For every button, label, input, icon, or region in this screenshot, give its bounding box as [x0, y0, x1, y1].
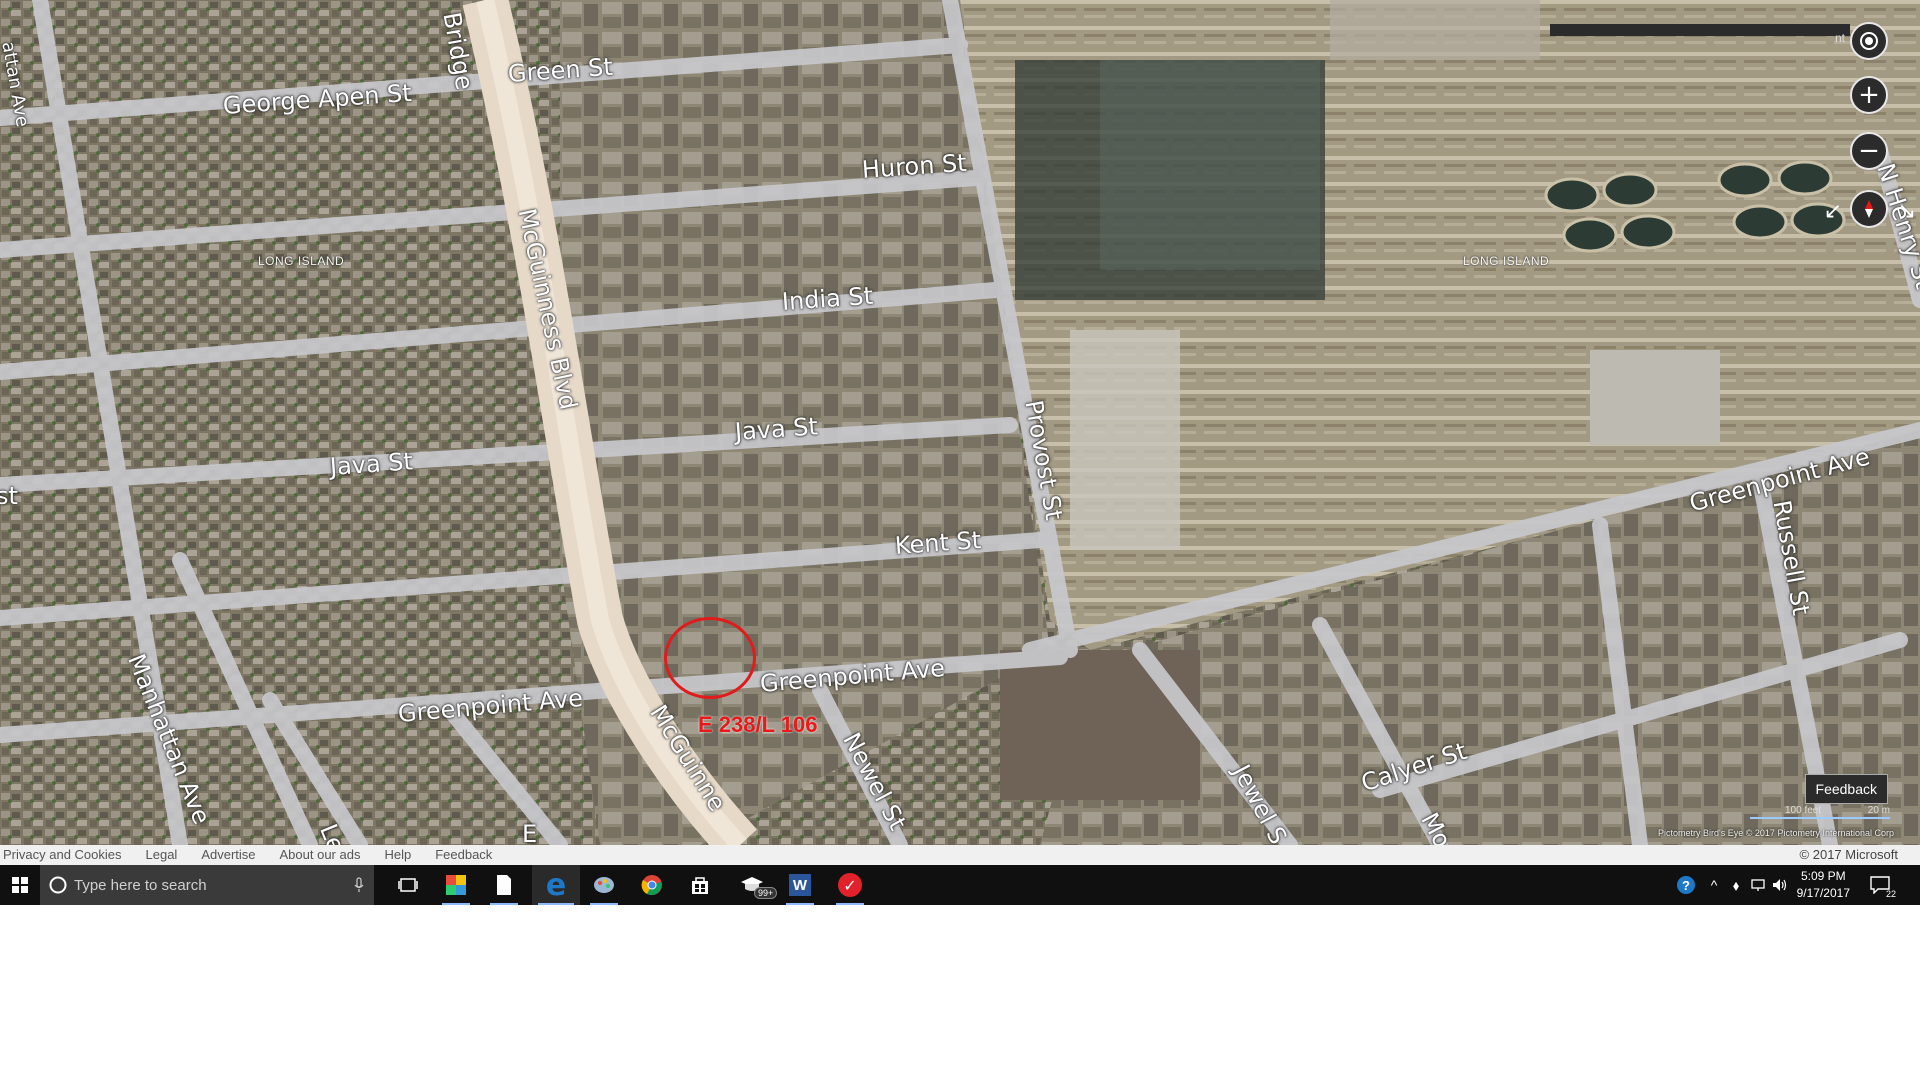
- network-icon: [1751, 879, 1765, 891]
- map-control-partial-label: nt: [1834, 31, 1845, 45]
- taskbar-search-placeholder: Type here to search: [74, 876, 207, 894]
- question-icon: ?: [1677, 876, 1695, 894]
- map-feedback-button[interactable]: Feedback: [1804, 774, 1888, 804]
- rotate-left-icon[interactable]: ↙: [1824, 198, 1842, 224]
- rotate-right-icon[interactable]: ↘: [1898, 198, 1916, 224]
- mail-badge: 99+: [754, 887, 778, 899]
- active-indicator: [538, 903, 574, 905]
- aerial-imagery: [0, 0, 1920, 845]
- windows-taskbar: Type here to search e 99+ W ✓ ? ^ ⬧ 5:09…: [0, 865, 1920, 905]
- word-icon: W: [789, 874, 811, 896]
- aerial-map[interactable]: George Apen St Green St Bridge Huron St …: [0, 0, 1920, 845]
- microphone-icon[interactable]: [354, 877, 364, 893]
- map-attribution: Pictometry Bird's Eye © 2017 Pictometry …: [1658, 828, 1894, 838]
- taskbar-app-edge[interactable]: e: [532, 865, 580, 905]
- taskbar-date: 9/17/2017: [1796, 886, 1850, 900]
- taskbar-clock[interactable]: 5:09 PM 9/17/2017: [1797, 868, 1850, 902]
- street-label-kent-st: Kent St: [894, 526, 982, 560]
- street-label-java-st-west: Java St: [329, 447, 414, 481]
- scale-feet: 100 feet: [1785, 805, 1822, 816]
- footer-copyright: © 2017 Microsoft: [1799, 847, 1898, 862]
- footer-links: Privacy and Cookies Legal Advertise Abou…: [3, 847, 492, 862]
- zoom-out-button[interactable]: −: [1850, 132, 1888, 170]
- taskbar-time: 5:09 PM: [1800, 869, 1846, 883]
- store-icon: [692, 877, 708, 894]
- start-button[interactable]: [0, 865, 40, 905]
- footer-link-advertise[interactable]: Advertise: [201, 847, 255, 862]
- zoom-in-button[interactable]: +: [1850, 76, 1888, 114]
- taskbar-app-store[interactable]: [680, 865, 720, 905]
- street-label-st-left: st: [0, 482, 18, 510]
- area-label-long-island-east: LONG ISLAND: [1463, 254, 1550, 268]
- footer-link-about-ads[interactable]: About our ads: [280, 847, 361, 862]
- taskbar-app-chrome[interactable]: [632, 865, 672, 905]
- taskbar-app-todo[interactable]: ✓: [830, 865, 870, 905]
- area-label-long-island-west: LONG ISLAND: [258, 254, 345, 268]
- chrome-icon: [641, 875, 662, 896]
- active-indicator: [442, 903, 470, 905]
- locate-me-button[interactable]: [1850, 22, 1888, 60]
- bing-footer: Privacy and Cookies Legal Advertise Abou…: [0, 845, 1920, 865]
- compass-icon: [1865, 200, 1873, 218]
- active-indicator: [590, 903, 618, 905]
- map-control-bar: [1550, 24, 1850, 36]
- edge-icon: e: [545, 867, 567, 903]
- location-marker-circle: [664, 617, 756, 699]
- document-icon: [497, 875, 511, 895]
- street-label-java-st-east: Java St: [734, 412, 819, 446]
- scale-meters: 20 m: [1867, 805, 1890, 816]
- help-tray-icon[interactable]: ?: [1672, 865, 1700, 905]
- action-center-button[interactable]: 22: [1860, 865, 1900, 905]
- dropbox-tray-icon[interactable]: ⬧: [1726, 865, 1746, 905]
- network-tray-icon[interactable]: [1748, 865, 1768, 905]
- taskbar-app-photos[interactable]: [436, 865, 476, 905]
- taskbar-app-notepad[interactable]: [484, 865, 524, 905]
- footer-link-legal[interactable]: Legal: [146, 847, 178, 862]
- active-indicator: [786, 903, 814, 905]
- show-hidden-icons-button[interactable]: ^: [1704, 865, 1724, 905]
- speaker-icon: [1773, 879, 1787, 891]
- street-label-e: E: [522, 820, 538, 845]
- active-indicator: [490, 903, 518, 905]
- windows-logo-icon: [12, 877, 28, 893]
- checkmark-icon: ✓: [838, 873, 862, 897]
- taskbar-app-mail[interactable]: 99+: [728, 865, 778, 905]
- volume-tray-icon[interactable]: [1770, 865, 1790, 905]
- colorful-app-icon: [446, 875, 466, 895]
- location-annotation: E 238/L 106: [698, 712, 818, 737]
- footer-link-feedback[interactable]: Feedback: [435, 847, 492, 862]
- taskbar-app-paint[interactable]: [584, 865, 624, 905]
- task-view-icon: [398, 878, 418, 892]
- cortana-circle-icon: [49, 876, 67, 894]
- footer-link-help[interactable]: Help: [384, 847, 411, 862]
- footer-link-privacy[interactable]: Privacy and Cookies: [3, 847, 122, 862]
- notification-count: 22: [1885, 889, 1896, 899]
- compass-button[interactable]: [1850, 190, 1888, 228]
- paint-icon: [594, 877, 614, 893]
- taskbar-app-word[interactable]: W: [780, 865, 820, 905]
- task-view-button[interactable]: [388, 865, 428, 905]
- scale-bar: [1750, 817, 1890, 819]
- taskbar-search[interactable]: Type here to search: [40, 865, 374, 905]
- target-icon: [1860, 32, 1878, 50]
- active-indicator: [836, 903, 864, 905]
